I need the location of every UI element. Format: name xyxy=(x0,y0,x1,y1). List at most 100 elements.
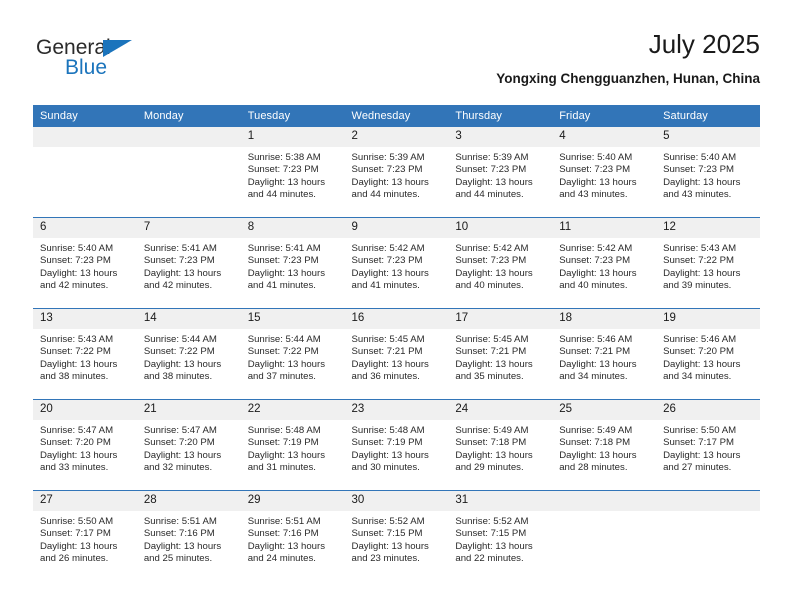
day-number: 20 xyxy=(33,400,137,420)
calendar-day-cell[interactable]: 28 Sunrise: 5:51 AM Sunset: 7:16 PM Dayligh… xyxy=(136,490,241,581)
daylight-duration-line1: Daylight: 13 hours xyxy=(351,176,429,188)
sunrise-time: Sunrise: 5:52 AM xyxy=(455,516,529,527)
weekday-header-wednesday: Wednesday xyxy=(344,105,449,127)
calendar-day-cell[interactable]: 14 Sunrise: 5:44 AM Sunset: 7:22 PM Dayligh… xyxy=(136,308,241,400)
calendar-day-cell[interactable]: 5 Sunrise: 5:40 AM Sunset: 7:23 PM Daylight… xyxy=(656,127,760,218)
day-cell-inner xyxy=(136,127,241,217)
calendar-day-cell[interactable]: 10 Sunrise: 5:42 AM Sunset: 7:23 PM Dayligh… xyxy=(448,217,553,309)
day-number: 31 xyxy=(448,491,553,511)
calendar-empty-cell xyxy=(552,490,657,581)
day-cell-details: Sunrise: 5:52 AM Sunset: 7:15 PM Daylight:… xyxy=(448,511,552,566)
calendar-empty-cell xyxy=(656,490,760,581)
daylight-duration-line1: Daylight: 13 hours xyxy=(247,267,326,279)
calendar-page: General Blue July 2025 Yongxing Chenggua… xyxy=(0,0,792,612)
daylight-duration-line2: and 40 minutes. xyxy=(559,280,628,292)
day-cell-details: Sunrise: 5:43 AM Sunset: 7:22 PM Daylight:… xyxy=(656,238,760,293)
daylight-duration-line2: and 41 minutes. xyxy=(247,280,316,292)
calendar-day-cell[interactable]: 17 Sunrise: 5:45 AM Sunset: 7:21 PM Dayligh… xyxy=(448,308,553,400)
calendar-day-cell[interactable]: 3 Sunrise: 5:39 AM Sunset: 7:23 PM Daylight… xyxy=(448,127,553,218)
calendar-day-cell[interactable]: 19 Sunrise: 5:46 AM Sunset: 7:20 PM Dayligh… xyxy=(656,308,760,400)
sunrise-time: Sunrise: 5:45 AM xyxy=(455,334,529,345)
calendar-day-cell[interactable]: 24 Sunrise: 5:49 AM Sunset: 7:18 PM Dayligh… xyxy=(448,399,553,491)
daylight-duration-line2: and 40 minutes. xyxy=(455,280,524,292)
day-number: 7 xyxy=(136,218,241,238)
day-number xyxy=(656,491,760,511)
calendar-day-cell[interactable]: 26 Sunrise: 5:50 AM Sunset: 7:17 PM Dayligh… xyxy=(656,399,760,491)
day-number: 18 xyxy=(552,309,657,329)
day-cell-details: Sunrise: 5:49 AM Sunset: 7:18 PM Daylight:… xyxy=(552,420,656,475)
calendar-day-cell[interactable]: 6 Sunrise: 5:40 AM Sunset: 7:23 PM Daylight… xyxy=(33,217,137,309)
day-cell-inner: 17 Sunrise: 5:45 AM Sunset: 7:21 PM Dayligh… xyxy=(448,309,553,399)
calendar-day-cell[interactable]: 16 Sunrise: 5:45 AM Sunset: 7:21 PM Dayligh… xyxy=(344,308,449,400)
day-number: 19 xyxy=(656,309,760,329)
calendar-day-cell[interactable]: 2 Sunrise: 5:39 AM Sunset: 7:23 PM Daylight… xyxy=(344,127,449,218)
calendar-day-cell[interactable]: 21 Sunrise: 5:47 AM Sunset: 7:20 PM Dayligh… xyxy=(136,399,241,491)
day-number: 27 xyxy=(33,491,137,511)
sunset-time: Sunset: 7:23 PM xyxy=(351,164,423,176)
day-cell-details: Sunrise: 5:51 AM Sunset: 7:16 PM Daylight:… xyxy=(241,511,345,566)
calendar-week-row: 6 Sunrise: 5:40 AM Sunset: 7:23 PM Daylight… xyxy=(33,217,760,309)
day-number: 22 xyxy=(240,400,345,420)
calendar-day-cell[interactable]: 20 Sunrise: 5:47 AM Sunset: 7:20 PM Dayligh… xyxy=(33,399,137,491)
daylight-duration-line1: Daylight: 13 hours xyxy=(455,267,533,279)
sunset-time: Sunset: 7:21 PM xyxy=(559,346,631,358)
sunset-time: Sunset: 7:18 PM xyxy=(559,437,631,449)
day-cell-details: Sunrise: 5:40 AM Sunset: 7:23 PM Daylight:… xyxy=(33,238,137,293)
day-cell-details: Sunrise: 5:39 AM Sunset: 7:23 PM Daylight:… xyxy=(448,147,552,202)
daylight-duration-line1: Daylight: 13 hours xyxy=(663,176,741,188)
day-cell-inner: 26 Sunrise: 5:50 AM Sunset: 7:17 PM Dayligh… xyxy=(656,400,760,490)
day-number: 16 xyxy=(344,309,449,329)
calendar-day-cell[interactable]: 23 Sunrise: 5:48 AM Sunset: 7:19 PM Dayligh… xyxy=(344,399,449,491)
sunset-time: Sunset: 7:21 PM xyxy=(455,346,527,358)
day-cell-details xyxy=(137,147,241,152)
day-cell-inner: 13 Sunrise: 5:43 AM Sunset: 7:22 PM Dayligh… xyxy=(33,309,137,399)
calendar-day-cell[interactable]: 25 Sunrise: 5:49 AM Sunset: 7:18 PM Dayligh… xyxy=(552,399,657,491)
calendar-day-cell[interactable]: 29 Sunrise: 5:51 AM Sunset: 7:16 PM Dayligh… xyxy=(240,490,345,581)
calendar-day-cell[interactable]: 12 Sunrise: 5:43 AM Sunset: 7:22 PM Dayligh… xyxy=(656,217,760,309)
day-cell-inner: 10 Sunrise: 5:42 AM Sunset: 7:23 PM Dayligh… xyxy=(448,218,553,308)
day-cell-inner: 27 Sunrise: 5:50 AM Sunset: 7:17 PM Dayligh… xyxy=(33,491,137,581)
page-subtitle-location: Yongxing Chengguanzhen, Hunan, China xyxy=(496,71,760,86)
calendar-day-cell[interactable]: 11 Sunrise: 5:42 AM Sunset: 7:23 PM Dayligh… xyxy=(552,217,657,309)
sunrise-time: Sunrise: 5:46 AM xyxy=(663,334,737,345)
day-cell-inner: 18 Sunrise: 5:46 AM Sunset: 7:21 PM Dayligh… xyxy=(552,309,657,399)
day-cell-inner: 22 Sunrise: 5:48 AM Sunset: 7:19 PM Dayligh… xyxy=(240,400,345,490)
calendar-day-cell[interactable]: 15 Sunrise: 5:44 AM Sunset: 7:22 PM Dayligh… xyxy=(240,308,345,400)
calendar-day-cell[interactable]: 22 Sunrise: 5:48 AM Sunset: 7:19 PM Dayligh… xyxy=(240,399,345,491)
sunrise-time: Sunrise: 5:44 AM xyxy=(247,334,321,345)
daylight-duration-line1: Daylight: 13 hours xyxy=(351,358,429,370)
calendar-day-cell[interactable]: 9 Sunrise: 5:42 AM Sunset: 7:23 PM Daylight… xyxy=(344,217,449,309)
calendar-day-cell[interactable]: 27 Sunrise: 5:50 AM Sunset: 7:17 PM Dayligh… xyxy=(33,490,137,581)
day-number: 29 xyxy=(240,491,345,511)
calendar-day-cell[interactable]: 30 Sunrise: 5:52 AM Sunset: 7:15 PM Dayligh… xyxy=(344,490,449,581)
calendar-day-cell[interactable]: 13 Sunrise: 5:43 AM Sunset: 7:22 PM Dayligh… xyxy=(33,308,137,400)
sunrise-time: Sunrise: 5:46 AM xyxy=(559,334,633,345)
sunset-time: Sunset: 7:23 PM xyxy=(559,255,631,267)
day-cell-details: Sunrise: 5:40 AM Sunset: 7:23 PM Daylight:… xyxy=(552,147,656,202)
sunset-time: Sunset: 7:22 PM xyxy=(40,346,111,358)
calendar-body: 1 Sunrise: 5:38 AM Sunset: 7:23 PM Daylight… xyxy=(33,127,760,581)
day-cell-inner: 6 Sunrise: 5:40 AM Sunset: 7:23 PM Daylight… xyxy=(33,218,137,308)
calendar-day-cell[interactable]: 18 Sunrise: 5:46 AM Sunset: 7:21 PM Dayligh… xyxy=(552,308,657,400)
calendar-day-cell[interactable]: 4 Sunrise: 5:40 AM Sunset: 7:23 PM Daylight… xyxy=(552,127,657,218)
general-blue-logo[interactable]: General Blue xyxy=(36,36,216,84)
day-cell-inner: 31 Sunrise: 5:52 AM Sunset: 7:15 PM Dayligh… xyxy=(448,491,553,581)
day-cell-details xyxy=(552,511,656,516)
sunrise-time: Sunrise: 5:41 AM xyxy=(247,243,321,254)
calendar-day-cell[interactable]: 7 Sunrise: 5:41 AM Sunset: 7:23 PM Daylight… xyxy=(136,217,241,309)
calendar-day-cell[interactable]: 1 Sunrise: 5:38 AM Sunset: 7:23 PM Daylight… xyxy=(240,127,345,218)
calendar-empty-cell xyxy=(33,127,137,218)
day-cell-details: Sunrise: 5:50 AM Sunset: 7:17 PM Daylight:… xyxy=(33,511,137,566)
sunset-time: Sunset: 7:22 PM xyxy=(143,346,215,358)
daylight-duration-line1: Daylight: 13 hours xyxy=(143,540,222,552)
calendar-day-cell[interactable]: 8 Sunrise: 5:41 AM Sunset: 7:23 PM Daylight… xyxy=(240,217,345,309)
calendar-day-cell[interactable]: 31 Sunrise: 5:52 AM Sunset: 7:15 PM Dayligh… xyxy=(448,490,553,581)
sunset-time: Sunset: 7:17 PM xyxy=(40,528,111,540)
day-number: 12 xyxy=(656,218,760,238)
day-cell-inner: 23 Sunrise: 5:48 AM Sunset: 7:19 PM Dayligh… xyxy=(344,400,449,490)
weekday-header-sunday: Sunday xyxy=(33,105,137,127)
sunset-time: Sunset: 7:20 PM xyxy=(663,346,734,358)
sunrise-time: Sunrise: 5:50 AM xyxy=(663,425,737,436)
calendar-week-row: 20 Sunrise: 5:47 AM Sunset: 7:20 PM Dayligh… xyxy=(33,399,760,491)
day-cell-inner: 28 Sunrise: 5:51 AM Sunset: 7:16 PM Dayligh… xyxy=(136,491,241,581)
